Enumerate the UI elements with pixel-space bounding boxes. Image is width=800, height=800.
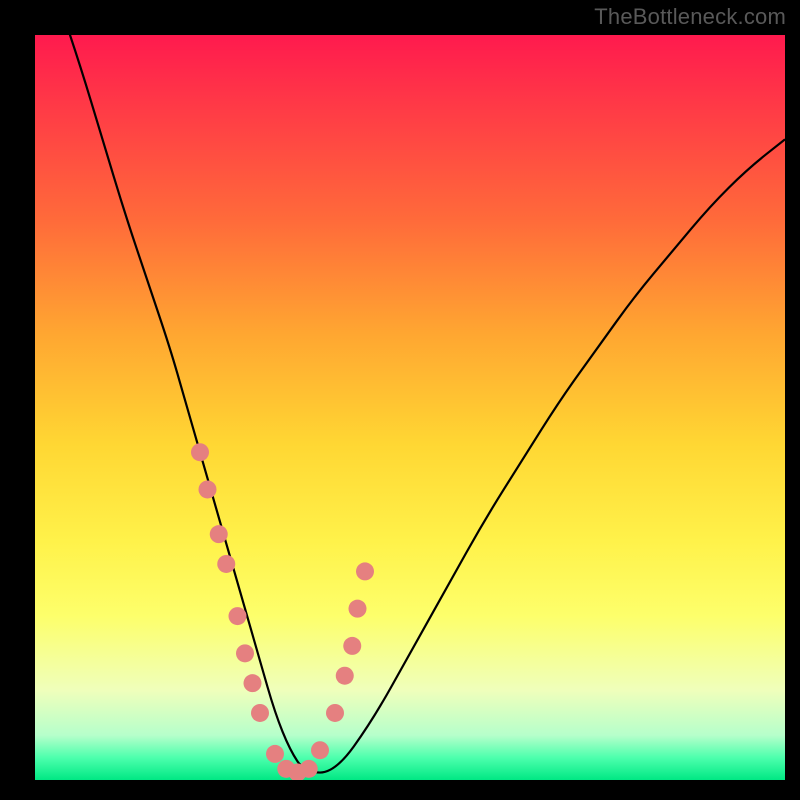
watermark-text: TheBottleneck.com — [594, 4, 786, 30]
highlight-marker — [210, 525, 228, 543]
chart-frame: TheBottleneck.com — [0, 0, 800, 800]
chart-svg — [35, 35, 785, 780]
highlight-marker — [349, 600, 367, 618]
highlight-marker — [356, 562, 374, 580]
highlight-marker — [244, 674, 262, 692]
highlight-marker — [217, 555, 235, 573]
plot-area — [35, 35, 785, 780]
highlight-marker — [251, 704, 269, 722]
bottleneck-curve — [58, 35, 786, 773]
highlight-marker — [236, 644, 254, 662]
highlight-marker — [229, 607, 247, 625]
highlight-marker — [343, 637, 361, 655]
highlight-marker — [191, 443, 209, 461]
highlight-marker — [300, 760, 318, 778]
highlight-marker — [199, 480, 217, 498]
highlight-marker — [311, 741, 329, 759]
highlight-marker — [266, 745, 284, 763]
highlight-marker — [326, 704, 344, 722]
highlight-marker — [336, 667, 354, 685]
